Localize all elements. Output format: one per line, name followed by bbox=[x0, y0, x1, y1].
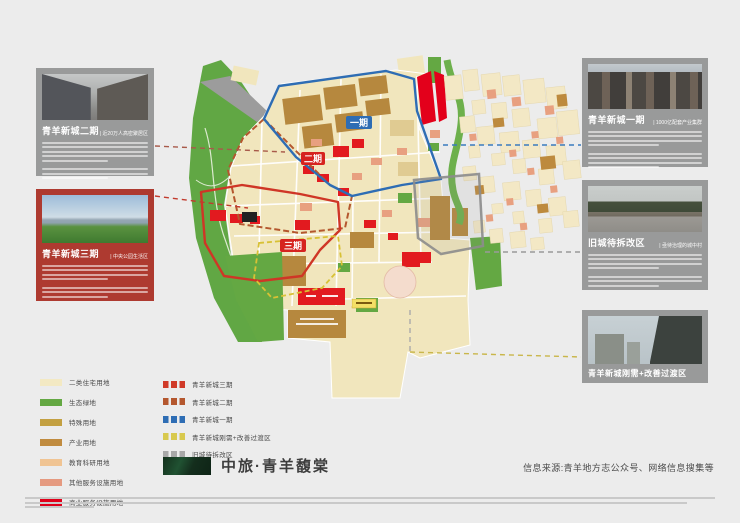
card-phase3: 青羊新城三期 | 中央公园生活区 bbox=[36, 189, 154, 301]
legend-label: 生态绿地 bbox=[69, 397, 96, 407]
legend-swatch-dashed bbox=[163, 398, 185, 405]
legend-label: 青羊新城刚需+改善过渡区 bbox=[192, 432, 271, 442]
park-circle bbox=[384, 266, 416, 298]
phase3-label: 三期 bbox=[284, 240, 302, 251]
body-text-placeholder bbox=[42, 265, 148, 298]
legend-landuse: 二类住宅用地 生态绿地 特殊用地 产业用地 教育科研用地 其他服务设施用地 商业… bbox=[40, 377, 123, 507]
black-parcel bbox=[242, 212, 257, 222]
legend-label: 教育科研用地 bbox=[69, 457, 110, 467]
card-title: 青羊新城刚需+改善过渡区 bbox=[588, 368, 687, 379]
legend-swatch bbox=[40, 379, 62, 386]
photo-phase2 bbox=[42, 74, 148, 120]
boundary-oldtown bbox=[414, 174, 483, 254]
legend-swatch bbox=[40, 479, 62, 486]
brand-logo: 中旅·青羊馥棠 bbox=[163, 455, 330, 476]
photo-transition bbox=[588, 316, 702, 364]
logo-text: 中旅·青羊馥棠 bbox=[221, 455, 330, 476]
legend-swatch-dashed bbox=[163, 433, 185, 440]
body-text-placeholder bbox=[42, 142, 148, 179]
body-text-placeholder bbox=[588, 131, 702, 168]
logo-image bbox=[163, 457, 211, 475]
card-subtitle: | 1000亿配套产业集群 bbox=[653, 119, 702, 126]
legend-swatch bbox=[40, 439, 62, 446]
legend-label: 青羊新城二期 bbox=[192, 397, 233, 407]
legend-swatch bbox=[40, 419, 62, 426]
card-title: 青羊新城二期 bbox=[42, 124, 99, 137]
card-oldtown: 旧城待拆改区 | 亟待治理的城中村 bbox=[582, 180, 708, 290]
legend-label: 产业用地 bbox=[69, 437, 96, 447]
card-subtitle: | 亟待治理的城中村 bbox=[659, 242, 702, 249]
disclaimer-placeholder bbox=[25, 497, 715, 511]
body-text-placeholder bbox=[588, 254, 702, 287]
legend-label: 青羊新城一期 bbox=[192, 414, 233, 424]
legend-boundaries: 青羊新城三期 青羊新城二期 青羊新城一期 青羊新城刚需+改善过渡区 旧城待拆改区 bbox=[163, 379, 271, 459]
card-subtitle: | 中央公园生活区 bbox=[110, 253, 148, 260]
card-phase1: 青羊新城一期 | 1000亿配套产业集群 bbox=[582, 58, 708, 167]
card-title: 旧城待拆改区 bbox=[588, 236, 645, 249]
legend-swatch bbox=[40, 399, 62, 406]
legend-label: 特殊用地 bbox=[69, 417, 96, 427]
legend-swatch bbox=[40, 459, 62, 466]
card-title: 青羊新城三期 bbox=[42, 247, 99, 260]
legend-label: 青羊新城三期 bbox=[192, 379, 233, 389]
card-phase2: 青羊新城二期 | 近20万人高密聚居区 bbox=[36, 68, 154, 176]
photo-phase3 bbox=[42, 195, 148, 243]
banner-text-hints bbox=[306, 295, 338, 297]
legend-swatch-dashed bbox=[163, 381, 185, 388]
phase1-label: 一期 bbox=[350, 117, 368, 128]
photo-oldtown bbox=[588, 186, 702, 232]
school-label bbox=[352, 299, 376, 308]
phase2-label: 二期 bbox=[304, 153, 322, 164]
poster: { "map": { "labels": { "phase1": "一期", "… bbox=[0, 0, 740, 523]
legend-swatch-dashed bbox=[163, 416, 185, 423]
legend-label: 二类住宅用地 bbox=[69, 377, 110, 387]
legend-label: 其他服务设施用地 bbox=[69, 477, 123, 487]
card-transition: 青羊新城刚需+改善过渡区 bbox=[582, 310, 708, 383]
photo-phase1 bbox=[588, 64, 702, 109]
card-subtitle: | 近20万人高密聚居区 bbox=[100, 130, 148, 137]
source-note: 信息来源:青羊地方志公众号、网络信息搜集等 bbox=[523, 461, 714, 474]
card-title: 青羊新城一期 bbox=[588, 113, 645, 126]
